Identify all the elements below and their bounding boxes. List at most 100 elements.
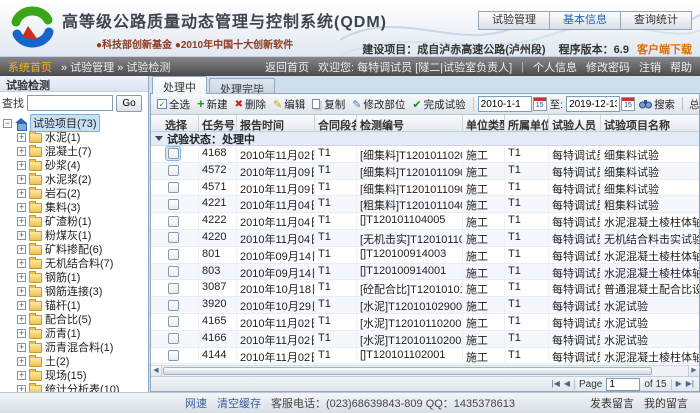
tree-item[interactable]: 沥青混合料(1) — [17, 340, 148, 354]
table-row[interactable]: 801 2010年09月14日 T1 []T120100914003 施工 T1… — [151, 247, 699, 264]
finish-test-button[interactable]: 完成试验 — [409, 96, 468, 113]
copy-button[interactable]: 复制 — [309, 96, 348, 113]
client-download-link[interactable]: 客户端下载 — [637, 44, 692, 56]
col-task[interactable]: 任务号 — [199, 115, 237, 131]
tree-item[interactable]: 沥青(1) — [17, 326, 148, 340]
collapse-icon[interactable] — [3, 119, 12, 128]
expand-icon[interactable] — [17, 273, 26, 282]
net-speed-link[interactable]: 网速 — [185, 395, 207, 411]
date-to-input[interactable] — [566, 96, 620, 112]
tree-item[interactable]: 钢筋连接(3) — [17, 284, 148, 298]
tree-item[interactable]: 集料(3) — [17, 200, 148, 214]
tree-item[interactable]: 锚杆(1) — [17, 298, 148, 312]
expand-icon[interactable] — [17, 287, 26, 296]
back-home-link[interactable]: 返回首页 — [265, 59, 309, 75]
tree-item[interactable]: 粉煤灰(1) — [17, 228, 148, 242]
expand-icon[interactable] — [17, 175, 26, 184]
post-message-link[interactable]: 发表留言 — [590, 395, 634, 411]
row-checkbox[interactable] — [168, 232, 179, 243]
select-all-button[interactable]: 全选 — [154, 96, 193, 113]
tree-item[interactable]: 砂浆(4) — [17, 158, 148, 172]
group-collapse-icon[interactable] — [155, 136, 163, 141]
row-checkbox[interactable] — [168, 300, 179, 311]
tree-item[interactable]: 土(2) — [17, 354, 148, 368]
new-button[interactable]: 新建 — [194, 96, 231, 113]
table-row[interactable]: 4166 2010年11月02日 T1 [水泥]T120101102002 施工… — [151, 331, 699, 348]
row-checkbox[interactable] — [168, 216, 179, 227]
modify-part-button[interactable]: 修改部位 — [349, 96, 408, 113]
col-unit[interactable]: 所属单位 — [505, 115, 549, 131]
expand-icon[interactable] — [17, 147, 26, 156]
nav-query-stats-button[interactable]: 查询统计 — [620, 11, 692, 30]
expand-icon[interactable] — [17, 189, 26, 198]
table-row[interactable]: 4220 2010年11月04日 T1 [无机击实]T120101104001 … — [151, 230, 699, 247]
tree-item[interactable]: 现场(15) — [17, 368, 148, 382]
col-person[interactable]: 试验人员 — [549, 115, 601, 131]
col-project[interactable]: 试验项目名称 — [601, 115, 699, 131]
col-unit-type[interactable]: 单位类型 — [463, 115, 505, 131]
table-row[interactable]: 4168 2010年11月02日 T1 [细集料]T120101102001 施… — [151, 146, 699, 163]
edit-button[interactable]: 编辑 — [270, 96, 308, 113]
prev-page-icon[interactable] — [564, 379, 570, 389]
table-row[interactable]: 4571 2010年11月09日 T1 [细集料]T120101109002 施… — [151, 180, 699, 197]
tree-item[interactable]: 无机结合料(7) — [17, 256, 148, 270]
table-row[interactable]: 3920 2010年10月29日 T1 [水泥]T120101029009 施工… — [151, 297, 699, 314]
col-code[interactable]: 检测编号 — [357, 115, 463, 131]
expand-icon[interactable] — [17, 231, 26, 240]
horizontal-scrollbar[interactable] — [151, 365, 699, 376]
scroll-right-icon[interactable] — [688, 366, 699, 376]
tree-item[interactable]: 配合比(5) — [17, 312, 148, 326]
expand-icon[interactable] — [17, 357, 26, 366]
nav-basic-info-button[interactable]: 基本信息 — [549, 11, 621, 30]
first-page-icon[interactable] — [552, 379, 560, 389]
breadcrumb-home[interactable]: 系统首页 — [8, 59, 52, 75]
tree-item[interactable]: 混凝土(7) — [17, 144, 148, 158]
row-checkbox[interactable] — [168, 148, 179, 159]
scrollbar-track[interactable] — [162, 366, 688, 376]
col-select[interactable]: 选择 — [151, 115, 199, 131]
calendar-icon[interactable] — [621, 97, 635, 111]
row-checkbox[interactable] — [168, 350, 179, 361]
tree-search-input[interactable] — [27, 95, 113, 111]
row-checkbox[interactable] — [168, 199, 179, 210]
row-checkbox[interactable] — [168, 333, 179, 344]
row-checkbox[interactable] — [168, 165, 179, 176]
expand-icon[interactable] — [17, 203, 26, 212]
go-button[interactable]: Go — [116, 95, 142, 112]
date-from-input[interactable] — [478, 96, 532, 112]
table-row[interactable]: 803 2010年09月14日 T1 []T120100914001 施工 T1… — [151, 264, 699, 281]
tree-item[interactable]: 统计分析表(10) — [17, 382, 148, 392]
expand-icon[interactable] — [17, 371, 26, 380]
tree-item[interactable]: 水泥(1) — [17, 130, 148, 144]
expand-icon[interactable] — [17, 385, 26, 393]
expand-icon[interactable] — [17, 329, 26, 338]
row-checkbox[interactable] — [168, 283, 179, 294]
col-date[interactable]: 报告时间 — [237, 115, 315, 131]
clear-cache-link[interactable]: 清空缓存 — [217, 395, 261, 411]
table-row[interactable]: 3087 2010年10月18日 T1 [砼配合比]T120101018001 … — [151, 280, 699, 297]
expand-icon[interactable] — [17, 161, 26, 170]
expand-icon[interactable] — [17, 315, 26, 324]
col-contract[interactable]: 合同段名称 — [315, 115, 357, 131]
next-page-icon[interactable] — [676, 379, 682, 389]
table-row[interactable]: 4572 2010年11月09日 T1 [细集料]T120101109003 施… — [151, 163, 699, 180]
tab-completed[interactable]: 处理完毕 — [209, 78, 275, 94]
row-checkbox[interactable] — [168, 316, 179, 327]
table-row[interactable]: 4221 2010年11月04日 T1 [粗集料]T120101104001 施… — [151, 196, 699, 213]
calendar-icon[interactable] — [533, 97, 547, 111]
row-checkbox[interactable] — [168, 182, 179, 193]
group-row[interactable]: 试验状态：处理中 — [151, 132, 699, 146]
tree-item[interactable]: 岩石(2) — [17, 186, 148, 200]
profile-link[interactable]: 个人信息 — [533, 59, 577, 75]
expand-icon[interactable] — [17, 259, 26, 268]
search-button[interactable]: 搜索 — [636, 96, 678, 113]
scrollbar-thumb[interactable] — [163, 367, 652, 375]
tree-item[interactable]: 钢筋(1) — [17, 270, 148, 284]
expand-icon[interactable] — [17, 343, 26, 352]
expand-icon[interactable] — [17, 217, 26, 226]
tree-item[interactable]: 水泥浆(2) — [17, 172, 148, 186]
page-number-input[interactable] — [606, 378, 640, 391]
tree-root-item[interactable]: 试验项目(73) — [3, 116, 148, 130]
change-password-link[interactable]: 修改密码 — [586, 59, 630, 75]
tree-item-label[interactable]: 统计分析表(10) — [45, 381, 120, 392]
